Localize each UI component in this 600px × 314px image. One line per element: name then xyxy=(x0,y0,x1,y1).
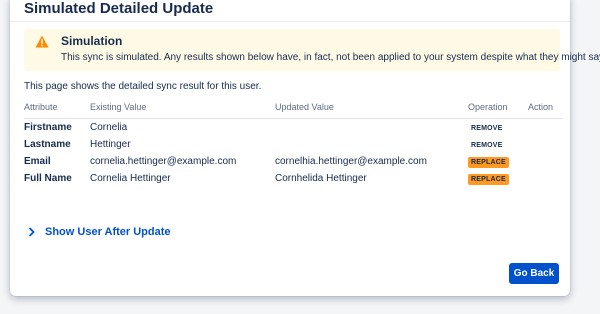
cell-operation: REMOVE xyxy=(468,119,528,137)
cell-action xyxy=(528,119,562,137)
go-back-button[interactable]: Go Back xyxy=(509,263,559,284)
dialog-title: Simulated Detailed Update xyxy=(24,0,214,17)
table-row: Lastname Hettinger REMOVE xyxy=(24,136,562,153)
cell-existing-value: cornelia.hettinger@example.com xyxy=(90,156,237,167)
cell-updated-value: cornelhia.hettinger@example.com xyxy=(275,156,427,167)
table-header-row: Attribute Existing Value Updated Value O… xyxy=(24,100,562,119)
cell-attribute: Full Name xyxy=(24,173,72,184)
cell-action xyxy=(528,170,562,187)
cell-operation: REPLACE xyxy=(468,153,528,170)
cell-action xyxy=(528,153,562,170)
cell-attribute: Email xyxy=(24,156,51,167)
operation-badge: REMOVE xyxy=(471,124,503,132)
cell-action xyxy=(528,136,562,153)
operation-badge: REMOVE xyxy=(471,141,503,149)
operation-badge: REPLACE xyxy=(468,173,509,185)
cell-updated-value xyxy=(275,119,468,137)
show-user-after-update-toggle[interactable]: Show User After Update xyxy=(27,226,171,238)
cell-attribute: Firstname xyxy=(24,122,72,133)
sync-result-table: Attribute Existing Value Updated Value O… xyxy=(24,100,562,187)
table-row: Email cornelia.hettinger@example.com cor… xyxy=(24,153,562,170)
cell-operation: REPLACE xyxy=(468,170,528,187)
operation-badge: REPLACE xyxy=(468,156,509,168)
header-operation: Operation xyxy=(468,100,528,119)
cell-updated-value: Cornhelida Hettinger xyxy=(275,173,367,184)
intro-text: This page shows the detailed sync result… xyxy=(24,81,262,92)
table-row: Full Name Cornelia Hettinger Cornhelida … xyxy=(24,170,562,187)
chevron-right-icon xyxy=(29,227,35,237)
cell-existing-value: Cornelia Hettinger xyxy=(90,173,171,184)
banner-text: This sync is simulated. Any results show… xyxy=(61,52,600,63)
simulation-banner: Simulation This sync is simulated. Any r… xyxy=(24,29,600,71)
simulated-update-dialog: Simulated Detailed Update Simulation Thi… xyxy=(10,0,600,296)
warning-icon xyxy=(35,35,49,48)
header-attribute: Attribute xyxy=(24,100,90,119)
banner-title: Simulation xyxy=(61,34,123,48)
cell-attribute: Lastname xyxy=(24,139,71,150)
cell-updated-value xyxy=(275,136,468,153)
header-updated-value: Updated Value xyxy=(275,100,468,119)
title-divider xyxy=(10,21,570,22)
show-user-after-update-label: Show User After Update xyxy=(45,226,171,238)
header-action: Action xyxy=(528,100,562,119)
cell-existing-value: Cornelia xyxy=(90,122,128,133)
cell-existing-value: Hettinger xyxy=(90,139,131,150)
header-existing-value: Existing Value xyxy=(90,100,275,119)
table-row: Firstname Cornelia REMOVE xyxy=(24,119,562,137)
cell-operation: REMOVE xyxy=(468,136,528,153)
